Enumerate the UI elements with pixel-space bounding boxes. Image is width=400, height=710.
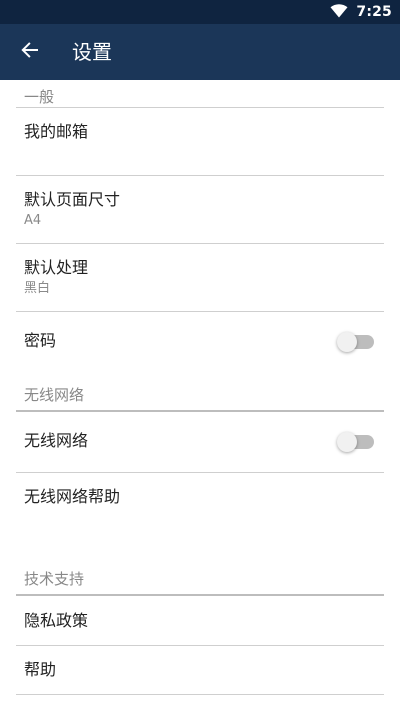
settings-list: 一般 我的邮箱 默认页面尺寸 A4 默认处理 黑白 密码 无线网络 无线网络 无… — [0, 80, 400, 710]
setting-title: 无线网络 — [24, 431, 89, 450]
wifi-icon — [330, 3, 348, 22]
section-header-support: 技术支持 — [24, 570, 85, 588]
app-bar: 设置 — [0, 24, 400, 80]
status-bar: 7:25 — [0, 0, 400, 24]
status-icons: 7:25 — [330, 0, 392, 24]
setting-my-email[interactable]: 我的邮箱 — [0, 108, 400, 175]
setting-wifi-help[interactable]: 无线网络帮助 — [0, 473, 400, 563]
setting-title: 无线网络帮助 — [24, 487, 121, 506]
status-time: 7:25 — [356, 4, 392, 20]
divider — [16, 694, 384, 695]
switch-thumb — [337, 332, 357, 352]
setting-page-size[interactable]: 默认页面尺寸 A4 — [0, 176, 400, 243]
setting-title: 默认页面尺寸 — [24, 190, 121, 209]
page-title: 设置 — [72, 40, 112, 64]
setting-wifi[interactable]: 无线网络 — [0, 412, 400, 472]
setting-title: 帮助 — [24, 660, 57, 679]
section-header-wifi: 无线网络 — [24, 386, 85, 404]
setting-title: 我的邮箱 — [24, 122, 89, 141]
arrow-back-icon — [20, 40, 40, 64]
setting-processing[interactable]: 默认处理 黑白 — [0, 244, 400, 311]
setting-title: 隐私政策 — [24, 611, 89, 630]
setting-privacy[interactable]: 隐私政策 — [0, 596, 400, 645]
setting-password[interactable]: 密码 — [0, 312, 400, 372]
setting-value: 黑白 — [24, 281, 51, 296]
setting-value: A4 — [24, 213, 42, 228]
back-button[interactable] — [10, 32, 50, 72]
setting-title: 密码 — [24, 331, 57, 350]
setting-title: 默认处理 — [24, 258, 89, 277]
section-header-general: 一般 — [24, 88, 55, 106]
wifi-switch[interactable] — [337, 432, 374, 452]
switch-thumb — [337, 432, 357, 452]
password-switch[interactable] — [337, 332, 374, 352]
setting-help[interactable]: 帮助 — [0, 646, 400, 694]
